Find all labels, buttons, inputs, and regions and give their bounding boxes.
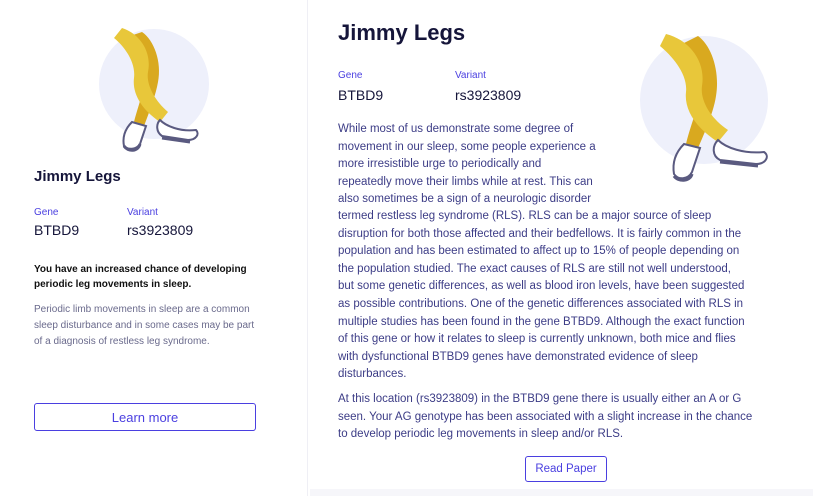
text-line: movement in our sleep, some people exper… — [338, 140, 596, 153]
text-line: disruption for both those affected and t… — [338, 227, 742, 240]
variant-value: rs3923809 — [455, 87, 522, 103]
text-line: as possible contributions. One of the ge… — [338, 297, 744, 310]
page-title: Jimmy Legs — [338, 20, 466, 45]
gene-value: BTBD9 — [34, 222, 80, 238]
text-line: more irresistible urge to periodically a… — [338, 158, 542, 171]
text-line: seen. Your AG genotype has been associat… — [338, 410, 753, 423]
gene-label: Gene — [338, 70, 363, 81]
text-line: population and has been estimated to aff… — [338, 245, 740, 258]
learn-more-button[interactable]: Learn more — [34, 403, 256, 431]
text-line: While most of us demonstrate some degree… — [338, 123, 574, 135]
text-line: multiple studies has been found in the g… — [338, 315, 745, 328]
description-paragraph-bottom: termed restless leg syndrome (RLS). RLS … — [338, 208, 798, 384]
result-text: You have an increased chance of developi… — [34, 264, 247, 290]
legs-illustration-icon — [640, 34, 768, 182]
card-title: Jimmy Legs — [34, 168, 121, 185]
legs-illustration-icon — [99, 28, 209, 152]
genotype-paragraph: At this location (rs3923809) in the BTBD… — [338, 391, 798, 444]
text-line: to develop periodic leg movements in sle… — [338, 428, 624, 441]
variant-label: Variant — [127, 207, 158, 218]
gene-label: Gene — [34, 207, 59, 218]
text-line: disturbances. — [338, 368, 407, 381]
variant-label: Variant — [455, 70, 486, 81]
text-line: but some genetic differences, as well as… — [338, 280, 745, 293]
text-line: termed restless leg syndrome (RLS). RLS … — [338, 210, 712, 222]
card-description: Periodic limb movements in sleep are a c… — [34, 304, 255, 347]
text-line: repeatedly move their limbs while at res… — [338, 175, 593, 188]
variant-value: rs3923809 — [127, 222, 194, 238]
read-paper-button[interactable]: Read Paper — [525, 456, 607, 482]
text-line: with dysfunctional BTBD9 genes have demo… — [338, 350, 698, 363]
summary-card: Jimmy Legs Gene Variant BTBD9 rs3923809 … — [0, 0, 308, 496]
text-line: also sometimes be a sign of a neurologic… — [338, 193, 592, 206]
text-line: the population studied. The exact causes… — [338, 262, 731, 275]
bottom-divider — [310, 489, 813, 496]
description-paragraph-top: While most of us demonstrate some degree… — [338, 121, 628, 209]
gene-value: BTBD9 — [338, 87, 384, 103]
text-line: of this gene or how it relates to sleep … — [338, 333, 736, 346]
text-line: At this location (rs3923809) in the BTBD… — [338, 393, 742, 405]
